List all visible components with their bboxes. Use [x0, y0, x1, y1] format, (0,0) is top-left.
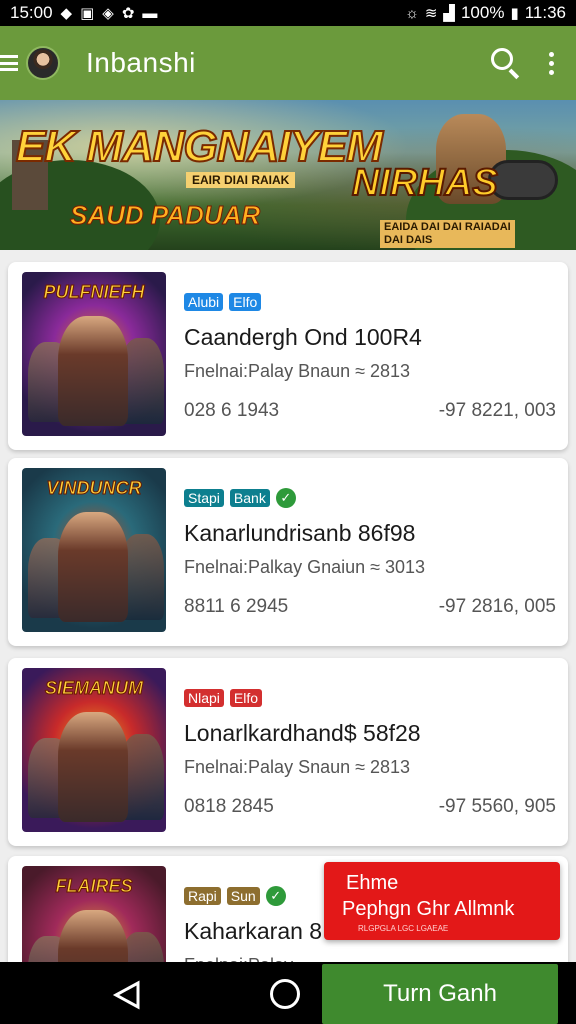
game-thumbnail[interactable]: VINDUNCR: [22, 468, 166, 632]
notification-icon: ◆: [60, 4, 73, 22]
list-item-stats: 8811 6 2945 -97 2816, 005: [184, 596, 556, 618]
stat-left: 8811 6 2945: [184, 596, 289, 617]
banner-title-right-sub: EAIDA DAI DAI RAIADAI DAI DAIS: [380, 220, 515, 249]
battery-icon: ▮: [510, 4, 519, 22]
category-badge: Elfo: [229, 293, 262, 311]
thumbnail-figure-main: [58, 512, 128, 622]
menu-icon[interactable]: [0, 55, 20, 71]
list-item-body: Nlapi Elfo Lonarlkardhand$ 58f28 Fnelnai:…: [184, 688, 556, 818]
list-item[interactable]: VINDUNCR Stapi Bank ✓ Kanarlundrisanb 86f…: [8, 458, 568, 646]
thumbnail-figure-main: [58, 316, 128, 426]
badge-row: Nlapi Elfo: [184, 688, 556, 708]
status-bar: 15:00 ◆ ▣ ◈ ✿ ▬ ☼ ≋ ▟ 100% ▮ 11:36: [0, 0, 576, 26]
promo-popup[interactable]: Ehme Pephgn Ghr Allmnk RLGPGLA LGC LGAEA…: [324, 862, 560, 940]
list-item-title: Caandergh Ond 100R4: [184, 324, 422, 350]
vibrate-icon: ☼: [405, 4, 419, 22]
promo-line3: RLGPGLA LGC LGAEAE: [358, 924, 449, 933]
app-title: Inbanshi: [86, 47, 196, 78]
battery-level: 100%: [460, 3, 505, 22]
stat-left: 028 6 1943: [184, 400, 280, 421]
banner-right-sub-line1: EAIDA DAI DAI RAIADAI: [384, 221, 511, 233]
list-item[interactable]: SIEMANUM Nlapi Elfo Lonarlkardhand$ 58f28…: [8, 658, 568, 846]
category-badge: Bank: [229, 489, 270, 507]
banner-title-main: EK MANGNAIYEM: [15, 121, 384, 172]
save-icon: ▣: [80, 4, 95, 22]
category-badge: Rapi: [184, 887, 221, 905]
badge-row: Stapi Bank ✓: [184, 488, 556, 508]
thumbnail-title: VINDUNCR: [46, 478, 142, 499]
back-icon[interactable]: [108, 980, 148, 1010]
list-item[interactable]: PULFNIEFH Alubi Elfo Caandergh Ond 100R4 …: [8, 262, 568, 450]
stat-left: 0818 2845: [184, 796, 274, 817]
promo-line1: Ehme: [346, 872, 399, 894]
wifi-icon: ≋: [424, 4, 438, 22]
check-icon: ✓: [265, 886, 286, 906]
list-item-subtitle: Fnelnai:Palkay Gnaiun ≈ 3013: [184, 557, 426, 577]
cta-button[interactable]: Turn Ganh: [322, 964, 558, 1024]
list-item-title: Lonarlkardhand$ 58f28: [184, 720, 421, 746]
thumbnail-title: PULFNIEFH: [43, 282, 145, 303]
search-icon[interactable]: [489, 46, 523, 80]
avatar[interactable]: [26, 46, 60, 80]
list-item-stats: 028 6 1943 -97 8221, 003: [184, 400, 556, 422]
stat-right: -97 8221, 003: [438, 400, 556, 421]
category-badge: Stapi: [184, 489, 224, 507]
list-item-subtitle: Fnelnai:Palay Snaun ≈ 2813: [184, 757, 411, 777]
settings-icon: ✿: [121, 4, 135, 22]
game-thumbnail[interactable]: PULFNIEFH: [22, 272, 166, 436]
category-badge: Alubi: [184, 293, 224, 311]
banner-title-right: NIRHAS: [351, 161, 499, 205]
app-bar: Inbanshi: [0, 26, 576, 100]
thumbnail-figure-main: [58, 712, 128, 822]
list-item-title: Kanarlundrisanb 86f98: [184, 520, 416, 546]
list-item-subtitle: Fnelnai:Palay Bnaun ≈ 2813: [184, 361, 411, 381]
home-icon[interactable]: [270, 979, 300, 1009]
badge-row: Alubi Elfo: [184, 292, 556, 312]
thumbnail-title: FLAIRES: [55, 876, 133, 897]
category-badge: Nlapi: [184, 689, 224, 707]
stat-right: -97 5560, 905: [438, 796, 556, 817]
category-badge: Elfo: [229, 689, 263, 707]
banner-title-sub: EAIR DIAI RAIAK: [186, 172, 296, 188]
more-vert-icon[interactable]: [549, 51, 554, 75]
list-item-stats: 0818 2845 -97 5560, 905: [184, 796, 556, 818]
thumbnail-title: SIEMANUM: [45, 678, 144, 699]
battery-small-icon: ▬: [142, 4, 158, 22]
game-thumbnail[interactable]: SIEMANUM: [22, 668, 166, 832]
list-item-body: Alubi Elfo Caandergh Ond 100R4 Fnelnai:Pa…: [184, 292, 556, 422]
check-icon: ✓: [275, 488, 296, 508]
status-time-left: 15:00: [10, 3, 53, 22]
category-badge: Sun: [226, 887, 260, 905]
banner-tagline: SAUD PADUAR: [69, 200, 261, 231]
app-screen: 15:00 ◆ ▣ ◈ ✿ ▬ ☼ ≋ ▟ 100% ▮ 11:36 Inban…: [0, 0, 576, 1024]
stat-right: -97 2816, 005: [438, 596, 556, 617]
signal-icon: ▟: [443, 4, 455, 22]
status-time-right: 11:36: [524, 3, 566, 22]
banner-right-sub-line2: DAI DAIS: [384, 234, 433, 247]
promo-line2: Pephgn Ghr Allmnk: [342, 898, 515, 920]
banner-title-group: EK MANGNAIYEM EAIR DIAI RAIAK SAUD PADUA…: [0, 112, 576, 250]
shield-icon: ◈: [102, 4, 114, 22]
promo-banner[interactable]: EK MANGNAIYEM EAIR DIAI RAIAK SAUD PADUA…: [0, 100, 576, 250]
list-item-body: Stapi Bank ✓ Kanarlundrisanb 86f98 Fnelna…: [184, 488, 556, 618]
